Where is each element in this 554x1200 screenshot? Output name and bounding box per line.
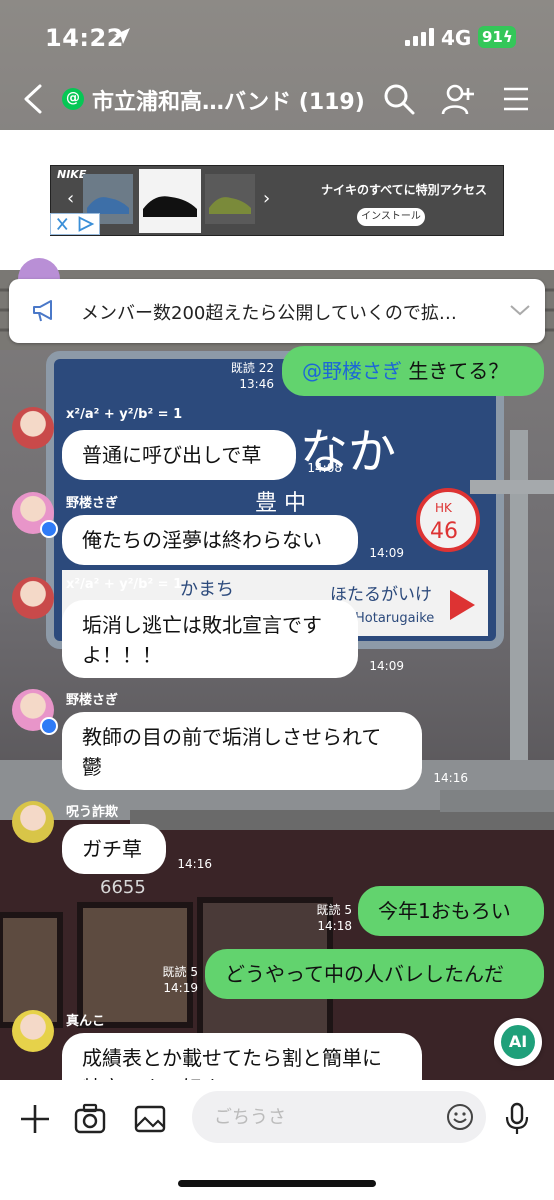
- read-receipt: 既読 22: [230, 361, 274, 375]
- group-badge: @: [62, 88, 84, 110]
- message-meta: 14:16: [428, 770, 468, 786]
- message-input-field[interactable]: [192, 1091, 486, 1143]
- ai-button[interactable]: AI: [494, 1018, 542, 1066]
- avatar[interactable]: [12, 577, 54, 619]
- emoji-icon[interactable]: [446, 1103, 474, 1131]
- message-text: 今年1おもろい: [378, 899, 511, 923]
- charging-icon: ϟ: [502, 28, 513, 46]
- message-bubble[interactable]: ガチ草: [62, 824, 166, 874]
- sender-name: 真んこ: [66, 1014, 106, 1029]
- message-list: @野楼さぎ 生きてる？ 既読 22 13:46 x²/a² + y²/b² = 1 普通…: [0, 0, 554, 1080]
- sender-name: 野楼さぎ: [66, 496, 119, 511]
- message-meta: 14:08: [302, 460, 342, 476]
- avatar[interactable]: [12, 1010, 54, 1052]
- message-time: 14:18: [317, 919, 352, 933]
- menu-icon[interactable]: [500, 82, 534, 116]
- sender-name: x²/a² + y²/b² = 1: [66, 407, 183, 422]
- message-text: どうやって中の人バレしたんだ: [225, 962, 504, 986]
- pinned-announcement[interactable]: メンバー数200超えたら公開していくので拡…: [9, 279, 545, 343]
- sender-name: 野楼さぎ: [66, 693, 119, 708]
- chat-header: @ 市立浦和高…バンド (119): [0, 70, 554, 130]
- message-bubble[interactable]: @野楼さぎ 生きてる？: [282, 346, 544, 396]
- message-meta: 既読 22 13:46: [212, 360, 274, 392]
- message-time: 13:46: [239, 377, 274, 391]
- image-icon[interactable]: [133, 1102, 167, 1136]
- signal-icon: [405, 28, 434, 46]
- message-time: 14:19: [163, 981, 198, 995]
- ai-button-label: AI: [501, 1025, 535, 1059]
- message-time: 14:09: [369, 659, 404, 673]
- message-meta: 14:09: [364, 545, 404, 561]
- message-bubble[interactable]: 普通に呼び出しで草: [62, 430, 296, 480]
- battery-indicator: 91ϟ: [478, 26, 516, 48]
- message-text: 普通に呼び出しで草: [82, 443, 262, 467]
- avatar[interactable]: [12, 407, 54, 449]
- admin-crown-icon: [40, 717, 58, 735]
- message-time: 14:08: [307, 461, 342, 475]
- message-bubble[interactable]: 成績表とか載せてたら割と簡単に 特定できて好き: [62, 1033, 422, 1080]
- camera-icon[interactable]: [73, 1102, 107, 1136]
- message-text: 俺たちの淫夢は終わらない: [82, 528, 322, 552]
- sender-name: 呪う詐欺: [66, 805, 119, 820]
- status-bar: 14:22 4G 91ϟ: [0, 0, 554, 70]
- message-text: 教師の目の前で垢消しさせられて 鬱: [82, 725, 382, 779]
- chat-title[interactable]: 市立浦和高…バンド (119): [92, 84, 365, 116]
- message-time: 14:16: [433, 771, 468, 785]
- chevron-down-icon[interactable]: [509, 303, 531, 317]
- microphone-icon[interactable]: [503, 1102, 531, 1136]
- plus-icon[interactable]: [18, 1102, 52, 1136]
- home-indicator: [178, 1180, 376, 1187]
- message-meta: 14:09: [364, 658, 404, 674]
- message-bubble[interactable]: 今年1おもろい: [358, 886, 544, 936]
- announcement-text: メンバー数200超えたら公開していくので拡…: [81, 303, 457, 324]
- message-meta: 14:16: [172, 856, 212, 872]
- message-time: 14:09: [369, 546, 404, 560]
- message-text: 垢消し逃亡は敗北宣言です よ！！！: [82, 613, 322, 667]
- back-icon[interactable]: [18, 82, 48, 116]
- sender-name: x²/a² + y²/b² = 1: [66, 577, 183, 592]
- battery-level: 91: [482, 28, 503, 46]
- message-meta: 既読 5 14:19: [140, 964, 198, 996]
- mention-link[interactable]: @野楼さぎ: [302, 359, 402, 383]
- network-type: 4G: [441, 26, 472, 50]
- message-bubble[interactable]: 教師の目の前で垢消しさせられて 鬱: [62, 712, 422, 790]
- message-text: ガチ草: [82, 837, 142, 861]
- message-text: 生きてる？: [402, 359, 509, 383]
- megaphone-icon: [33, 300, 52, 322]
- message-bubble[interactable]: 俺たちの淫夢は終わらない: [62, 515, 358, 565]
- location-arrow-icon: [114, 28, 130, 44]
- message-bubble[interactable]: どうやって中の人バレしたんだ: [205, 949, 544, 999]
- avatar[interactable]: [12, 801, 54, 843]
- search-icon[interactable]: [382, 82, 416, 116]
- read-receipt: 既読 5: [162, 965, 198, 979]
- message-bubble[interactable]: 垢消し逃亡は敗北宣言です よ！！！: [62, 600, 358, 678]
- message-input[interactable]: [214, 1103, 434, 1131]
- admin-crown-icon: [40, 520, 58, 538]
- message-meta: 既読 5 14:18: [290, 902, 352, 934]
- message-time: 14:16: [177, 857, 212, 871]
- read-receipt: 既読 5: [316, 903, 352, 917]
- add-friend-icon[interactable]: [440, 82, 474, 116]
- message-text: 成績表とか載せてたら割と簡単に 特定できて好き: [82, 1046, 382, 1080]
